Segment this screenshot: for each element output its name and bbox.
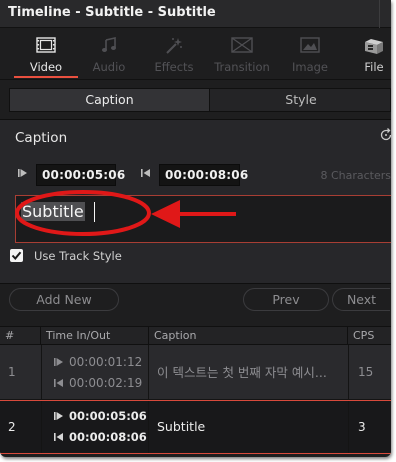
column-header-number[interactable]: #	[0, 327, 41, 345]
table-row-selected[interactable]: 2 00:00:05:06 00:00:08:06 Subtitle 3	[0, 400, 391, 454]
subtitle-table: # Time In/Out Caption CPS 1 00:00:01:12 …	[0, 326, 391, 457]
mark-out-icon	[54, 433, 63, 441]
row-cps: 3	[348, 401, 391, 454]
subtitle-inspector-panel: Timeline - Subtitle - Subtitle Video Aud…	[0, 0, 391, 457]
character-count: 8 Characters	[320, 169, 391, 182]
mark-out-icon	[141, 169, 150, 177]
mark-in-icon	[54, 412, 63, 420]
selected-row-border	[0, 453, 391, 454]
inspector-tabs: Video Audio Effects Transition Image Fil…	[0, 28, 391, 80]
column-header-time[interactable]: Time In/Out	[41, 327, 149, 345]
active-tab-indicator	[14, 76, 78, 78]
in-timecode-field[interactable]: 00:00:05:06	[36, 164, 125, 186]
row-time-cell: 00:00:05:06 00:00:08:06	[41, 401, 149, 454]
table-row[interactable]: 1 00:00:01:12 00:00:02:19 이 텍스트는 첫 번째 자막…	[0, 345, 391, 400]
time-out-value: 00:00:08:06	[69, 430, 147, 444]
mark-in-icon	[18, 169, 27, 177]
prev-button[interactable]: Prev	[243, 288, 329, 311]
tab-file-label: File	[364, 60, 384, 74]
tab-effects-label: Effects	[154, 60, 194, 74]
tab-transition-label: Transition	[214, 60, 270, 74]
tab-effects[interactable]: Effects	[145, 28, 203, 80]
out-timecode-field[interactable]: 00:00:08:06	[159, 164, 248, 186]
caption-section: Caption 00:00:05:06 00:00:08:06 8 Charac…	[0, 120, 391, 284]
title-bar: Timeline - Subtitle - Subtitle	[0, 0, 391, 28]
segment-style[interactable]: Style	[211, 89, 391, 111]
mark-out-icon	[54, 379, 63, 387]
use-track-style-checkbox[interactable]	[10, 249, 23, 262]
music-note-icon	[101, 37, 117, 56]
image-icon	[300, 37, 320, 56]
row-number: 2	[8, 420, 16, 434]
column-header-cps[interactable]: CPS	[348, 327, 391, 345]
tab-transition[interactable]: Transition	[210, 28, 274, 80]
row-cps: 15	[348, 345, 391, 399]
use-track-style-label: Use Track Style	[34, 249, 122, 263]
title-scrollbar[interactable]	[379, 0, 389, 28]
table-header: # Time In/Out Caption CPS	[0, 326, 391, 345]
row-number: 1	[8, 365, 16, 379]
tab-file[interactable]: File	[350, 28, 391, 80]
text-caret	[94, 202, 95, 222]
film-strip-icon	[36, 37, 56, 56]
magic-wand-icon	[165, 37, 183, 58]
segment-caption[interactable]: Caption	[10, 89, 210, 111]
time-out-value: 00:00:02:19	[69, 376, 143, 390]
transition-icon	[231, 37, 253, 56]
tab-image[interactable]: Image	[281, 28, 339, 80]
tab-video[interactable]: Video	[14, 28, 78, 80]
file-cabinet-icon	[363, 37, 385, 58]
caption-text: Subtitle	[21, 202, 85, 221]
tab-audio[interactable]: Audio	[80, 28, 138, 80]
caption-text-input[interactable]: Subtitle	[15, 195, 391, 243]
column-header-caption[interactable]: Caption	[149, 327, 348, 345]
section-title: Caption	[15, 130, 68, 146]
tab-audio-label: Audio	[92, 60, 126, 74]
tab-image-label: Image	[291, 60, 329, 74]
add-new-button[interactable]: Add New	[9, 288, 119, 311]
time-in-value: 00:00:01:12	[69, 355, 143, 369]
divider	[0, 283, 391, 284]
tab-video-label: Video	[29, 60, 63, 74]
window-title: Timeline - Subtitle - Subtitle	[8, 5, 216, 20]
caption-style-segment: Caption Style	[9, 88, 391, 112]
row-caption: Subtitle	[157, 419, 206, 434]
time-in-value: 00:00:05:06	[69, 409, 147, 423]
reset-icon[interactable]	[379, 128, 391, 142]
next-button[interactable]: Next	[332, 288, 390, 311]
row-caption: 이 텍스트는 첫 번째 자막 예시...	[157, 365, 327, 380]
row-time-cell: 00:00:01:12 00:00:02:19	[41, 345, 149, 399]
mark-in-icon	[54, 358, 63, 366]
